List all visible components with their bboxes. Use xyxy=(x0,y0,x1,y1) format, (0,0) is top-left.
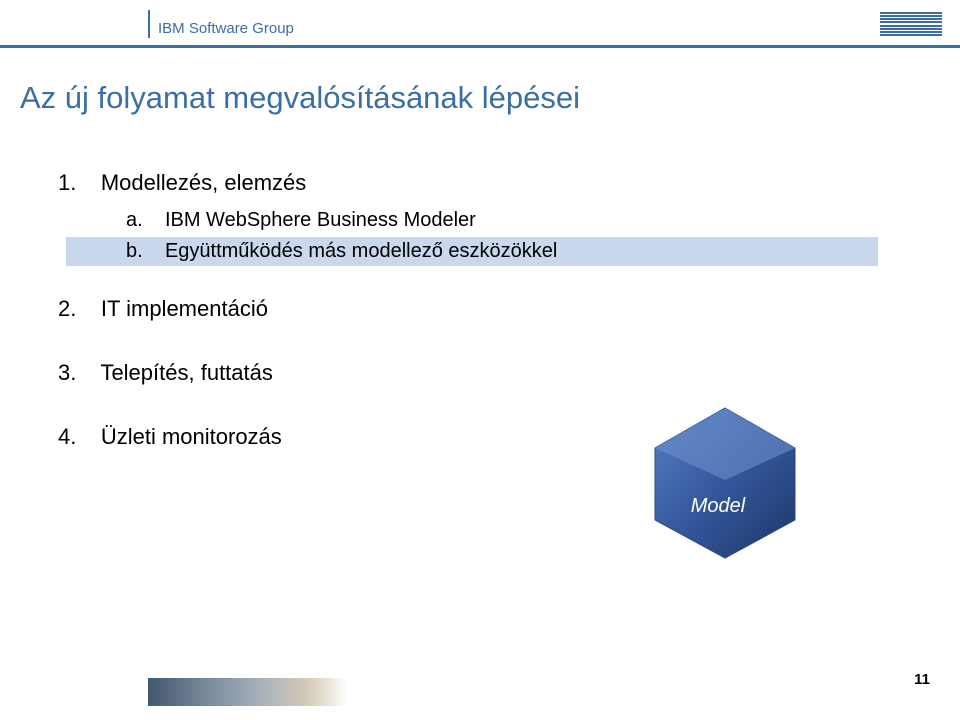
item4-text: Üzleti monitorozás xyxy=(101,424,282,449)
item1a-text: IBM WebSphere Business Modeler xyxy=(165,209,476,231)
item2-text: IT implementáció xyxy=(101,296,268,321)
list-item-1a: a. IBM WebSphere Business Modeler xyxy=(66,206,878,235)
list-item-2: 2. IT implementáció xyxy=(58,296,878,322)
item1-text: Modellezés, elemzés xyxy=(101,170,306,195)
page-number: 11 xyxy=(914,671,930,688)
item3-num: 3. xyxy=(58,360,76,385)
model-hexagon-icon: Model xyxy=(640,400,810,560)
item2-num: 2. xyxy=(58,296,76,321)
item1b-text: Együttműködés más modellező eszközökkel xyxy=(165,240,557,262)
item3-text: Telepítés, futtatás xyxy=(100,360,272,385)
slide-title: Az új folyamat megvalósításának lépései xyxy=(20,80,580,116)
slide-header: IBM Software Group xyxy=(0,0,960,48)
list-item-1: 1. Modellezés, elemzés xyxy=(58,170,878,196)
item4-num: 4. xyxy=(58,424,76,449)
hexagon-label: Model xyxy=(691,495,746,517)
list-item-1b-highlighted: b. Együttműködés más modellező eszközökk… xyxy=(66,237,878,266)
item1a-num: a. xyxy=(126,209,143,231)
header-group-label: IBM Software Group xyxy=(158,20,294,37)
ibm-logo-icon xyxy=(880,12,942,36)
header-divider xyxy=(148,10,150,38)
item1-num: 1. xyxy=(58,170,76,195)
list-item-3: 3. Telepítés, futtatás xyxy=(58,360,878,386)
footer-decoration xyxy=(148,678,348,706)
item1b-num: b. xyxy=(126,240,143,262)
